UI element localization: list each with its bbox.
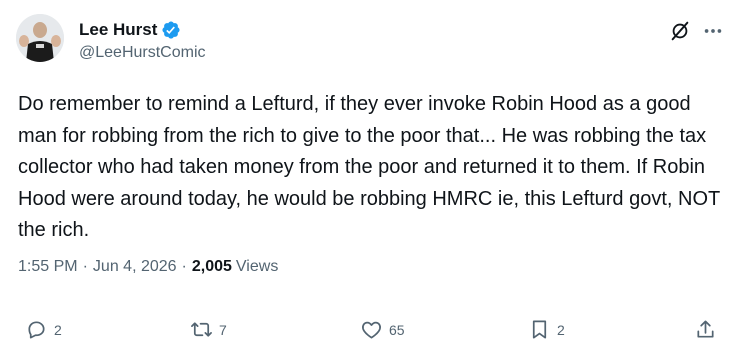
views-label: Views [235,258,279,275]
tweet-date[interactable]: Jun 4, 2026 [93,258,177,276]
author-handle[interactable]: @LeeHurstComic [79,44,206,62]
author-name[interactable]: Lee Hurst [79,20,157,40]
share-button[interactable] [694,318,717,341]
repost-count: 7 [219,321,227,338]
views-count: 2,005 [191,258,232,275]
repost-icon [191,322,212,337]
tweet-text: Do remember to remind a Lefturd, if they… [18,93,720,241]
bookmark-icon [532,320,547,339]
verified-badge-icon [162,21,180,39]
author-name-row[interactable]: Lee Hurst [79,20,181,40]
avatar[interactable] [16,14,64,62]
meta-separator: · [181,258,187,275]
bookmark-button[interactable]: 2 [528,318,565,341]
meta-separator: · [82,258,88,275]
grok-icon[interactable] [669,20,691,42]
like-icon [362,321,381,339]
like-button[interactable]: 65 [360,318,405,341]
like-count: 65 [389,321,405,338]
action-bar: 2 7 65 2 [0,318,746,344]
reply-icon [28,321,45,339]
reply-count: 2 [54,321,62,338]
avatar-image [16,14,64,62]
bookmark-count: 2 [557,321,565,338]
repost-button[interactable]: 7 [190,318,227,341]
tweet-time[interactable]: 1:55 PM [18,258,78,276]
reply-button[interactable]: 2 [25,318,62,341]
share-icon [697,320,714,338]
tweet-meta: 1:55 PM · Jun 4, 2026 · 2,005 Views [18,258,278,276]
more-icon[interactable] [702,20,724,42]
